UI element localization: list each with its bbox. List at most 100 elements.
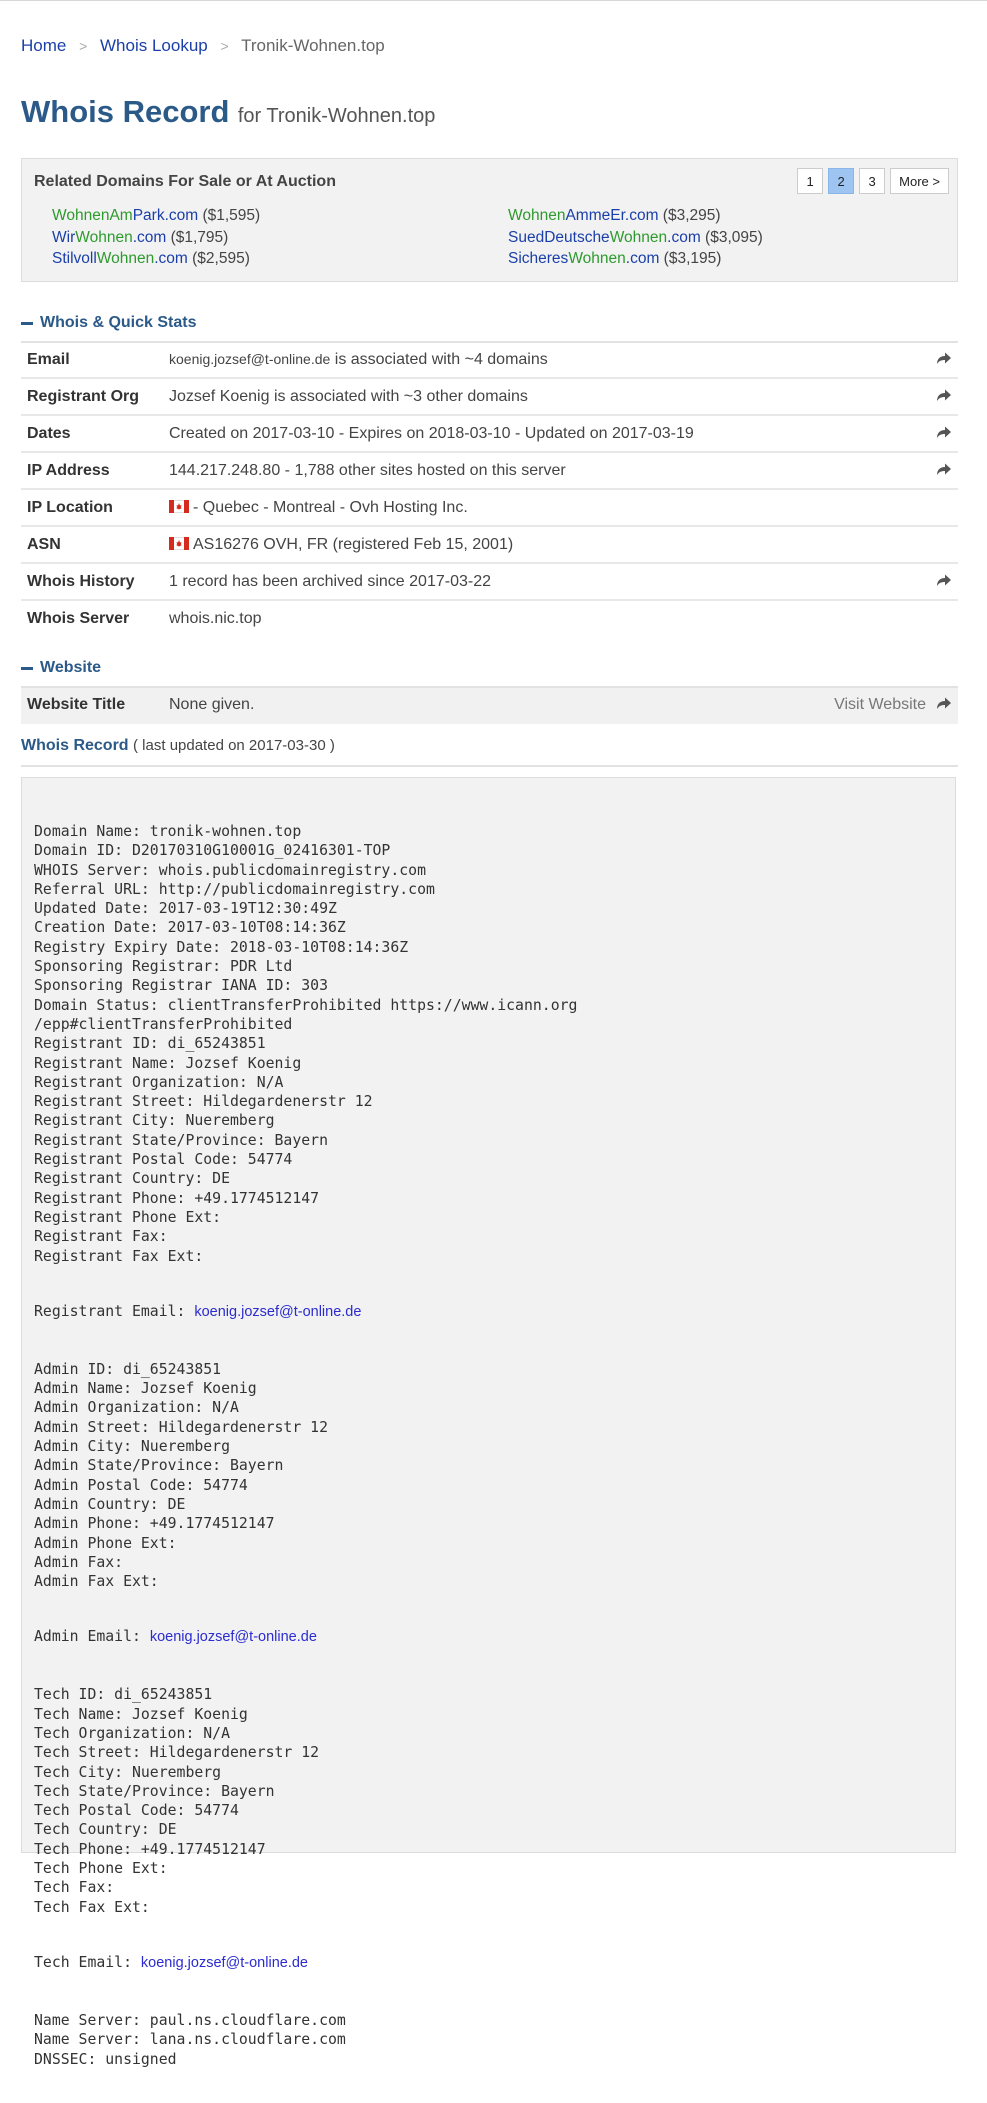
collapse-icon <box>21 666 33 670</box>
record-line: Admin Name: Jozsef Koenig <box>34 1380 257 1398</box>
record-line: Domain Status: clientTransferProhibited … <box>34 996 578 1014</box>
top-border <box>0 0 987 1</box>
record-line: Registrant Phone: +49.1774512147 <box>34 1189 320 1207</box>
record-line: Admin Phone: +49.1774512147 <box>34 1515 275 1533</box>
related-domain-link[interactable]: WohnenAmmeEr.com <box>508 207 658 224</box>
record-line-admin-email: Admin Email: koenig.jozsef@t-online.de <box>34 1628 317 1646</box>
whois-record-updated: ( last updated on 2017-03-30 ) <box>133 737 335 754</box>
record-line: Tech City: Nueremberg <box>34 1763 222 1781</box>
share-arrow-icon[interactable] <box>934 571 952 589</box>
breadcrumb-home-link[interactable]: Home <box>21 36 66 55</box>
pager-more-button[interactable]: More > <box>890 168 949 194</box>
related-domain-item: WirWohnen.com ($1,795) <box>52 227 260 249</box>
whois-record-header: Whois Record ( last updated on 2017-03-3… <box>21 737 335 755</box>
record-line: Registrant Postal Code: 54774 <box>34 1151 293 1169</box>
website-toggle[interactable]: Website <box>21 659 101 677</box>
related-domain-link[interactable]: StilvollWohnen.com <box>52 250 188 267</box>
related-domain-item: WohnenAmPark.com ($1,595) <box>52 205 260 227</box>
related-domains-panel: Related Domains For Sale or At Auction 1… <box>21 158 958 282</box>
stats-label: Registrant Org <box>27 388 140 405</box>
record-line: Registry Expiry Date: 2018-03-10T08:14:3… <box>34 938 409 956</box>
record-line: Admin State/Province: Bayern <box>34 1457 284 1475</box>
related-domain-price: ($1,795) <box>166 228 229 246</box>
record-line: Admin Phone Ext: <box>34 1534 177 1552</box>
record-line: Registrant Country: DE <box>34 1170 230 1188</box>
record-line: Creation Date: 2017-03-10T08:14:36Z <box>34 919 346 937</box>
record-line: Registrant Fax: <box>34 1228 168 1246</box>
record-line: Registrant ID: di_65243851 <box>34 1035 266 1053</box>
record-block-admin: Admin ID: di_65243851 Admin Name: Jozsef … <box>34 1360 577 1592</box>
stats-row-ip-location: IP Location - Quebec - Montreal - Ovh Ho… <box>21 491 958 527</box>
related-domain-item: StilvollWohnen.com ($2,595) <box>52 248 260 270</box>
quick-stats-toggle[interactable]: Whois & Quick Stats <box>21 314 196 332</box>
ip-location-value: - Quebec - Montreal - Ovh Hosting Inc. <box>193 499 468 516</box>
asn-value: AS16276 OVH, FR (registered Feb 15, 2001… <box>193 536 514 553</box>
record-line: Admin City: Nueremberg <box>34 1438 230 1456</box>
breadcrumb-separator: > <box>220 38 229 54</box>
pager-page-2[interactable]: 2 <box>828 168 855 194</box>
share-arrow-icon[interactable] <box>934 460 952 478</box>
stats-row-whois-history: Whois History 1 record has been archived… <box>21 565 958 601</box>
breadcrumb-whois-lookup-link[interactable]: Whois Lookup <box>100 36 208 55</box>
website-heading: Website <box>40 659 102 676</box>
record-line: Tech ID: di_65243851 <box>34 1686 213 1704</box>
related-domain-item: SicheresWohnen.com ($3,195) <box>508 248 763 270</box>
stats-label: IP Location <box>27 499 113 516</box>
visit-website-link[interactable]: Visit Website <box>834 696 926 714</box>
record-line: Sponsoring Registrar: PDR Ltd <box>34 958 293 976</box>
record-line: Tech State/Province: Bayern <box>34 1782 275 1800</box>
stats-label: Email <box>27 351 70 368</box>
breadcrumb-current: Tronik-Wohnen.top <box>241 36 385 55</box>
record-line: Admin Street: Hildegardenerstr 12 <box>34 1418 328 1436</box>
record-line: Registrant Organization: N/A <box>34 1073 284 1091</box>
whois-raw-record: Domain Name: tronik-wohnen.top Domain ID:… <box>21 777 956 2068</box>
related-pager: 1 2 3 More > <box>797 168 949 194</box>
record-line: Tech Organization: N/A <box>34 1724 230 1742</box>
related-domain-link[interactable]: SicheresWohnen.com <box>508 250 659 267</box>
stats-row-asn: ASN AS16276 OVH, FR (registered Feb 15, … <box>21 528 958 564</box>
related-domain-item: SuedDeutscheWohnen.com ($3,095) <box>508 227 763 249</box>
record-line-tech-email: Tech Email: koenig.jozsef@t-online.de <box>34 1953 308 1971</box>
admin-email-link[interactable]: koenig.jozsef@t-online.de <box>150 1629 317 1645</box>
breadcrumb: Home > Whois Lookup > Tronik-Wohnen.top <box>21 36 385 56</box>
record-line: Referral URL: http://publicdomainregistr… <box>34 880 435 898</box>
related-domain-link[interactable]: SuedDeutscheWohnen.com <box>508 229 701 246</box>
record-block-nameservers: Name Server: paul.ns.cloudflare.com Name … <box>34 2011 577 2069</box>
record-line: Sponsoring Registrar IANA ID: 303 <box>34 977 328 995</box>
stats-label: Dates <box>27 425 71 442</box>
record-line: Tech Fax: <box>34 1879 115 1897</box>
record-line: Domain ID: D20170310G10001G_02416301-TOP <box>34 842 391 860</box>
record-line: Admin Organization: N/A <box>34 1399 239 1417</box>
share-arrow-icon[interactable] <box>934 349 952 367</box>
breadcrumb-separator: > <box>79 38 88 54</box>
quick-stats-heading: Whois & Quick Stats <box>40 314 197 331</box>
website-title-row: Website Title None given. Visit Website <box>21 688 958 724</box>
record-line: Registrant Name: Jozsef Koenig <box>34 1054 302 1072</box>
share-arrow-icon[interactable] <box>934 423 952 441</box>
record-line: Registrant State/Province: Bayern <box>34 1131 328 1149</box>
email-association: is associated with ~4 domains <box>330 351 548 368</box>
related-domain-link[interactable]: WirWohnen.com <box>52 229 166 246</box>
record-line: Name Server: paul.ns.cloudflare.com <box>34 2011 346 2029</box>
stats-row-ip-address: IP Address 144.217.248.80 - 1,788 other … <box>21 454 958 490</box>
record-line: Tech Postal Code: 54774 <box>34 1802 239 1820</box>
related-domain-link[interactable]: WohnenAmPark.com <box>52 207 198 224</box>
canada-flag-icon <box>169 537 189 550</box>
collapse-icon <box>21 321 33 325</box>
related-domains-heading: Related Domains For Sale or At Auction <box>34 173 336 190</box>
registrant-email-link[interactable]: koenig.jozsef@t-online.de <box>194 1304 361 1320</box>
tech-email-link[interactable]: koenig.jozsef@t-online.de <box>141 1955 308 1971</box>
pager-page-3[interactable]: 3 <box>859 168 886 194</box>
stats-value: whois.nic.top <box>169 610 262 627</box>
share-arrow-icon[interactable] <box>934 694 952 712</box>
record-line: Updated Date: 2017-03-19T12:30:49Z <box>34 900 337 918</box>
record-line-registrant-email: Registrant Email: koenig.jozsef@t-online… <box>34 1302 362 1320</box>
related-domains-left-column: WohnenAmPark.com ($1,595) WirWohnen.com … <box>52 205 260 270</box>
stats-row-registrant-org: Registrant Org Jozsef Koenig is associat… <box>21 380 958 416</box>
share-arrow-icon[interactable] <box>934 386 952 404</box>
pager-page-1[interactable]: 1 <box>797 168 824 194</box>
stats-row-whois-server: Whois Server whois.nic.top <box>21 602 958 638</box>
record-line: Tech Fax Ext: <box>34 1898 150 1916</box>
record-line: Tech Phone: +49.1774512147 <box>34 1840 266 1858</box>
record-line: Tech Phone Ext: <box>34 1860 168 1878</box>
